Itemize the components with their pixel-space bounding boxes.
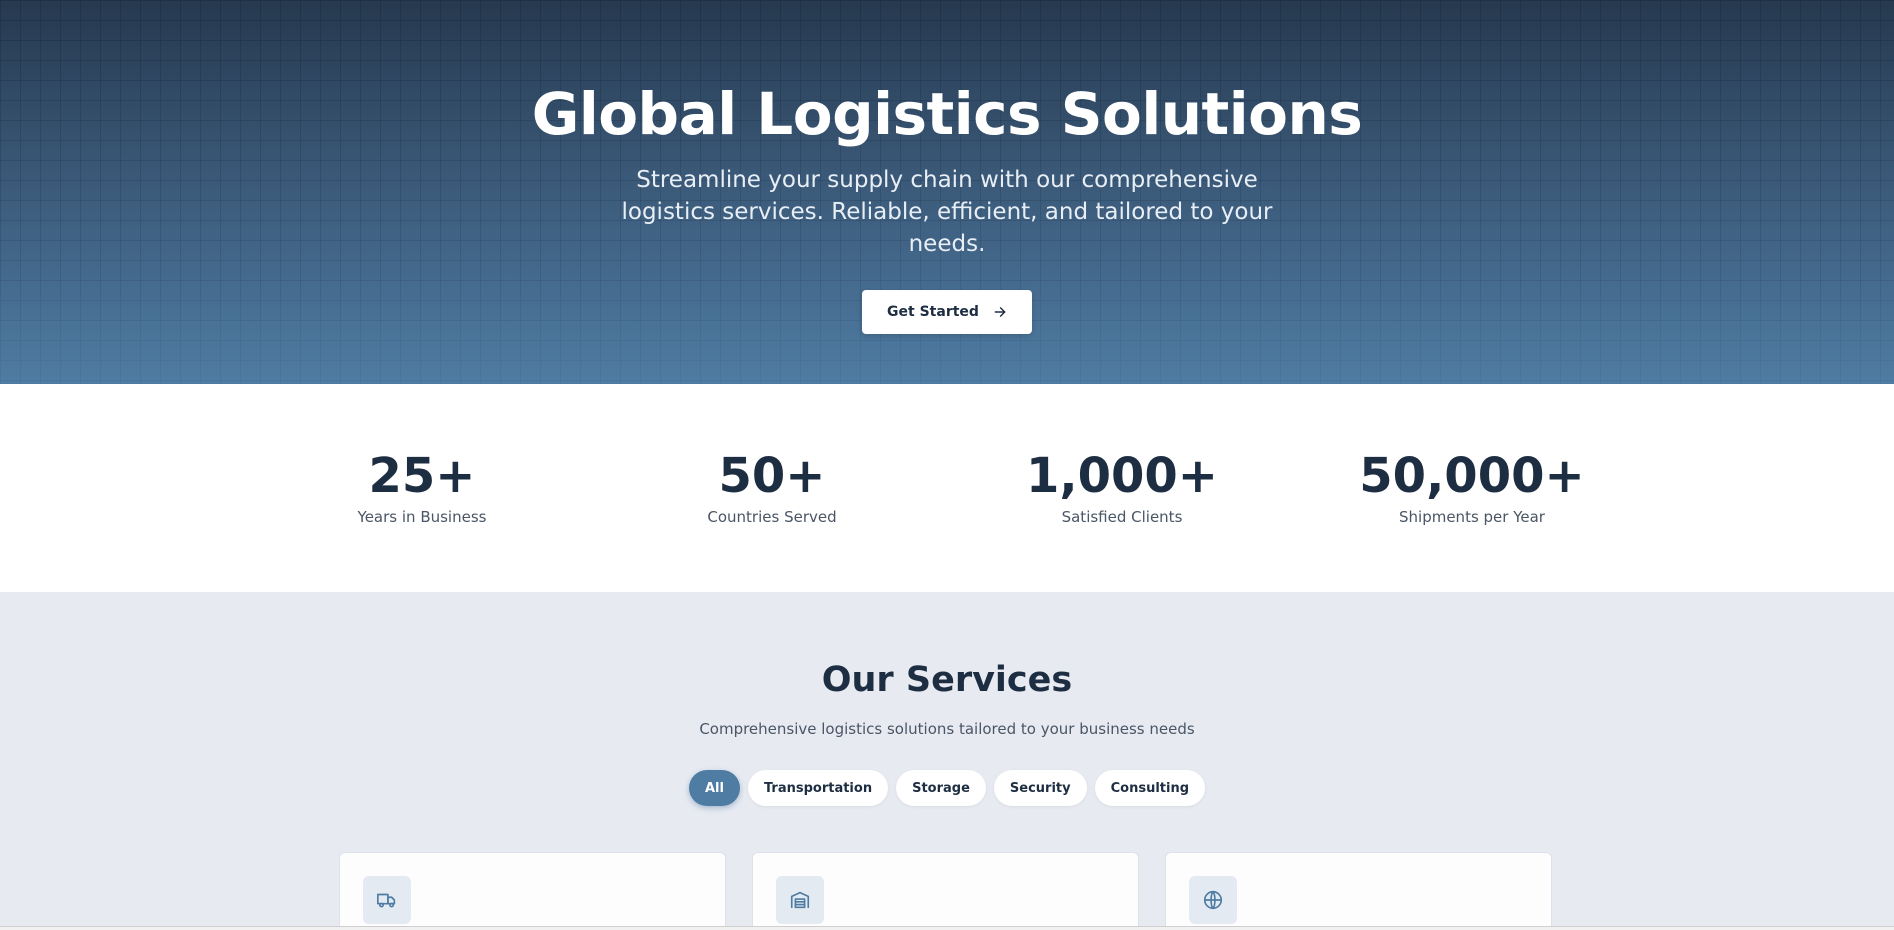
stat-value: 1,000+ [1025, 448, 1219, 504]
filter-all[interactable]: All [688, 770, 740, 806]
stat-label: Shipments per Year [1399, 508, 1545, 526]
filter-transportation[interactable]: Transportation [747, 770, 889, 806]
stat-shipments: 50,000+ Shipments per Year [1297, 448, 1647, 526]
stat-label: Countries Served [707, 508, 837, 526]
stat-clients: 1,000+ Satisfied Clients [947, 448, 1297, 526]
hero-subtitle: Streamline your supply chain with our co… [621, 167, 1273, 257]
arrow-right-icon [993, 305, 1007, 319]
stat-years: 25+ Years in Business [247, 448, 597, 526]
hero-title: Global Logistics Solutions [531, 80, 1363, 148]
hero-content: Global Logistics Solutions Streamline yo… [0, 0, 1894, 334]
window-bottom-edge [0, 926, 1894, 930]
stat-value: 50+ [718, 448, 826, 504]
filter-consulting[interactable]: Consulting [1094, 770, 1206, 806]
warehouse-icon [776, 876, 824, 924]
service-card-global[interactable] [1165, 852, 1552, 930]
stat-value: 50,000+ [1359, 448, 1585, 504]
service-filters: All Transportation Storage Security Cons… [0, 770, 1894, 806]
service-cards [339, 852, 1552, 930]
service-card-storage[interactable] [752, 852, 1139, 930]
truck-icon [363, 876, 411, 924]
service-card-transportation[interactable] [339, 852, 726, 930]
stat-countries: 50+ Countries Served [597, 448, 947, 526]
filter-storage[interactable]: Storage [896, 770, 986, 806]
stat-value: 25+ [368, 448, 476, 504]
hero-section: Global Logistics Solutions Streamline yo… [0, 0, 1894, 384]
stat-label: Years in Business [357, 508, 487, 526]
services-section: Our Services Comprehensive logistics sol… [0, 592, 1894, 930]
stats-section: 25+ Years in Business 50+ Countries Serv… [0, 384, 1894, 592]
stat-label: Satisfied Clients [1061, 508, 1183, 526]
services-title: Our Services [821, 660, 1073, 700]
filter-security[interactable]: Security [993, 770, 1087, 806]
get-started-button[interactable]: Get Started [862, 290, 1032, 334]
globe-icon [1189, 876, 1237, 924]
services-subtitle: Comprehensive logistics solutions tailor… [699, 720, 1195, 738]
get-started-label: Get Started [887, 304, 979, 320]
